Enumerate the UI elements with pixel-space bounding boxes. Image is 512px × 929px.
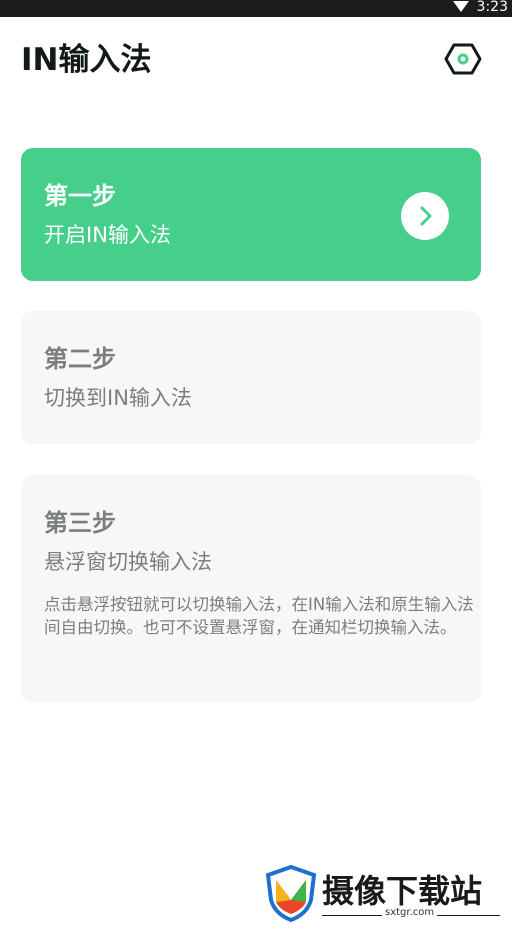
step-card-3[interactable]: 第三步 悬浮窗切换输入法 点击悬浮按钮就可以切换输入法，在IN输入法和原生输入法…: [21, 475, 481, 703]
status-bar: 3:23: [0, 0, 512, 17]
step-description: 开启IN输入法: [44, 223, 171, 247]
watermark-url: sxtgr.com: [382, 907, 438, 918]
step-title: 第三步: [44, 509, 116, 537]
shield-logo-icon: [265, 864, 317, 922]
chevron-right-icon: [420, 206, 432, 226]
step-title: 第一步: [44, 182, 116, 210]
step-description: 悬浮窗切换输入法: [44, 550, 212, 574]
status-time: 3:23: [476, 0, 508, 15]
enable-keyboard-button[interactable]: [401, 192, 449, 240]
step-card-1[interactable]: 第一步 开启IN输入法: [21, 148, 481, 281]
watermark: 摄像下载站 sxtgr.com: [264, 864, 504, 926]
step-note: 点击悬浮按钮就可以切换输入法，在IN输入法和原生输入法间自由切换。也可不设置悬浮…: [44, 595, 474, 637]
page-title: IN输入法: [21, 42, 152, 78]
step-title: 第二步: [44, 345, 116, 373]
settings-button[interactable]: [444, 40, 482, 78]
step-card-2[interactable]: 第二步 切换到IN输入法: [21, 311, 481, 444]
step-description: 切换到IN输入法: [44, 386, 192, 410]
watermark-name: 摄像下载站: [322, 872, 483, 910]
wifi-icon: [453, 1, 469, 12]
gear-icon: [444, 43, 482, 75]
